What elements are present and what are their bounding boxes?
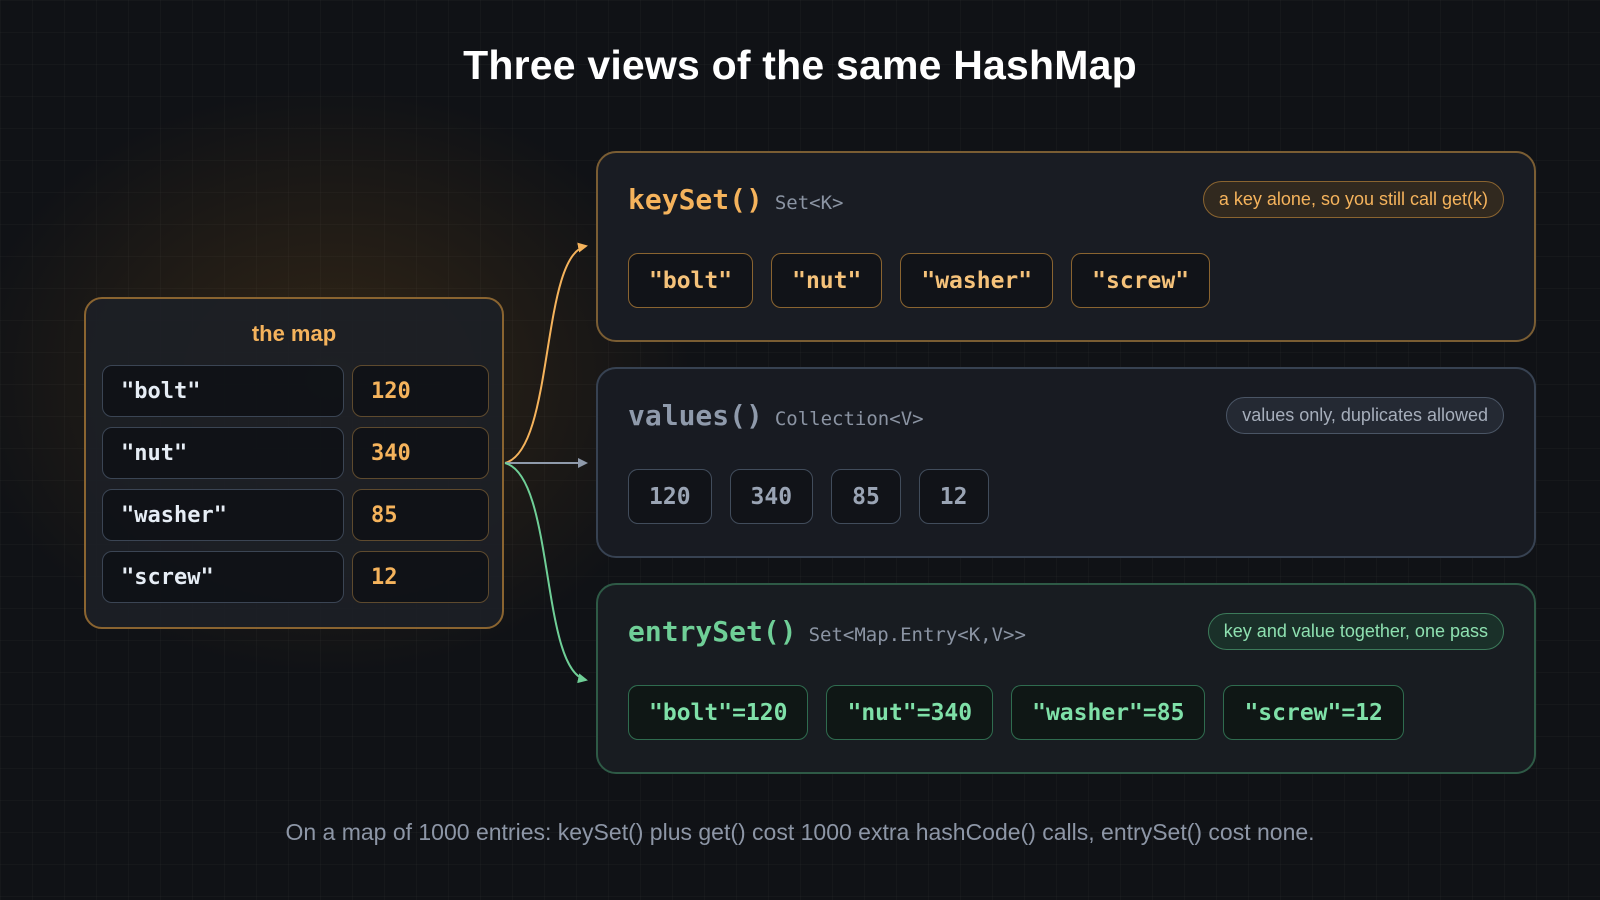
entryset-header: entrySet() Set<Map.Entry<K,V>> xyxy=(628,615,1026,648)
values-type: Collection<V> xyxy=(774,408,924,430)
map-entry: "nut" 340 xyxy=(102,427,489,479)
map-key: "screw" xyxy=(102,551,344,603)
map-value: 120 xyxy=(352,365,489,417)
keyset-type: Set<K> xyxy=(774,192,844,214)
entryset-chip: "screw"=12 xyxy=(1223,685,1404,740)
values-items: 120 340 85 12 xyxy=(628,469,1007,524)
map-value: 85 xyxy=(352,489,489,541)
arrow-to-keyset xyxy=(504,242,588,464)
arrow-to-entryset xyxy=(504,462,588,684)
footer-caption: On a map of 1000 entries: keySet() plus … xyxy=(285,819,1315,845)
map-value: 12 xyxy=(352,551,489,603)
map-panel: the map "bolt" 120 "nut" 340 "washer" 85… xyxy=(84,297,504,629)
values-note-badge: values only, duplicates allowed xyxy=(1226,397,1504,434)
entryset-items: "bolt"=120 "nut"=340 "washer"=85 "screw"… xyxy=(628,685,1422,740)
diagram-title: Three views of the same HashMap xyxy=(463,42,1137,88)
keyset-chip: "screw" xyxy=(1071,253,1211,308)
keyset-method: keySet() xyxy=(628,183,763,216)
entryset-chip: "washer"=85 xyxy=(1011,685,1206,740)
keyset-header: keySet() Set<K> xyxy=(628,183,844,216)
values-chip: 120 xyxy=(628,469,712,524)
values-chip: 12 xyxy=(918,469,989,524)
values-header: values() Collection<V> xyxy=(628,399,924,432)
keyset-chip: "bolt" xyxy=(628,253,754,308)
keyset-chip: "nut" xyxy=(771,253,883,308)
map-entry: "screw" 12 xyxy=(102,551,489,603)
entryset-chip: "bolt"=120 xyxy=(628,685,809,740)
values-panel: values() Collection<V> values only, dupl… xyxy=(596,367,1536,558)
map-key: "bolt" xyxy=(102,365,344,417)
map-entry: "washer" 85 xyxy=(102,489,489,541)
entryset-chip: "nut"=340 xyxy=(826,685,994,740)
keyset-chip: "washer" xyxy=(900,253,1054,308)
entryset-panel: entrySet() Set<Map.Entry<K,V>> key and v… xyxy=(596,583,1536,774)
map-key: "washer" xyxy=(102,489,344,541)
entryset-method: entrySet() xyxy=(628,615,797,648)
entryset-note-badge: key and value together, one pass xyxy=(1207,613,1504,650)
values-chip: 85 xyxy=(831,469,901,524)
keyset-panel: keySet() Set<K> a key alone, so you stil… xyxy=(596,151,1536,342)
values-chip: 340 xyxy=(729,469,814,524)
keyset-items: "bolt" "nut" "washer" "screw" xyxy=(628,253,1228,308)
map-entry: "bolt" 120 xyxy=(102,365,489,417)
entryset-type: Set<Map.Entry<K,V>> xyxy=(808,624,1026,646)
values-method: values() xyxy=(628,399,763,432)
map-value: 340 xyxy=(352,427,489,479)
keyset-note-badge: a key alone, so you still call get(k) xyxy=(1202,181,1504,218)
map-title: the map xyxy=(251,321,337,346)
map-key: "nut" xyxy=(102,427,344,479)
